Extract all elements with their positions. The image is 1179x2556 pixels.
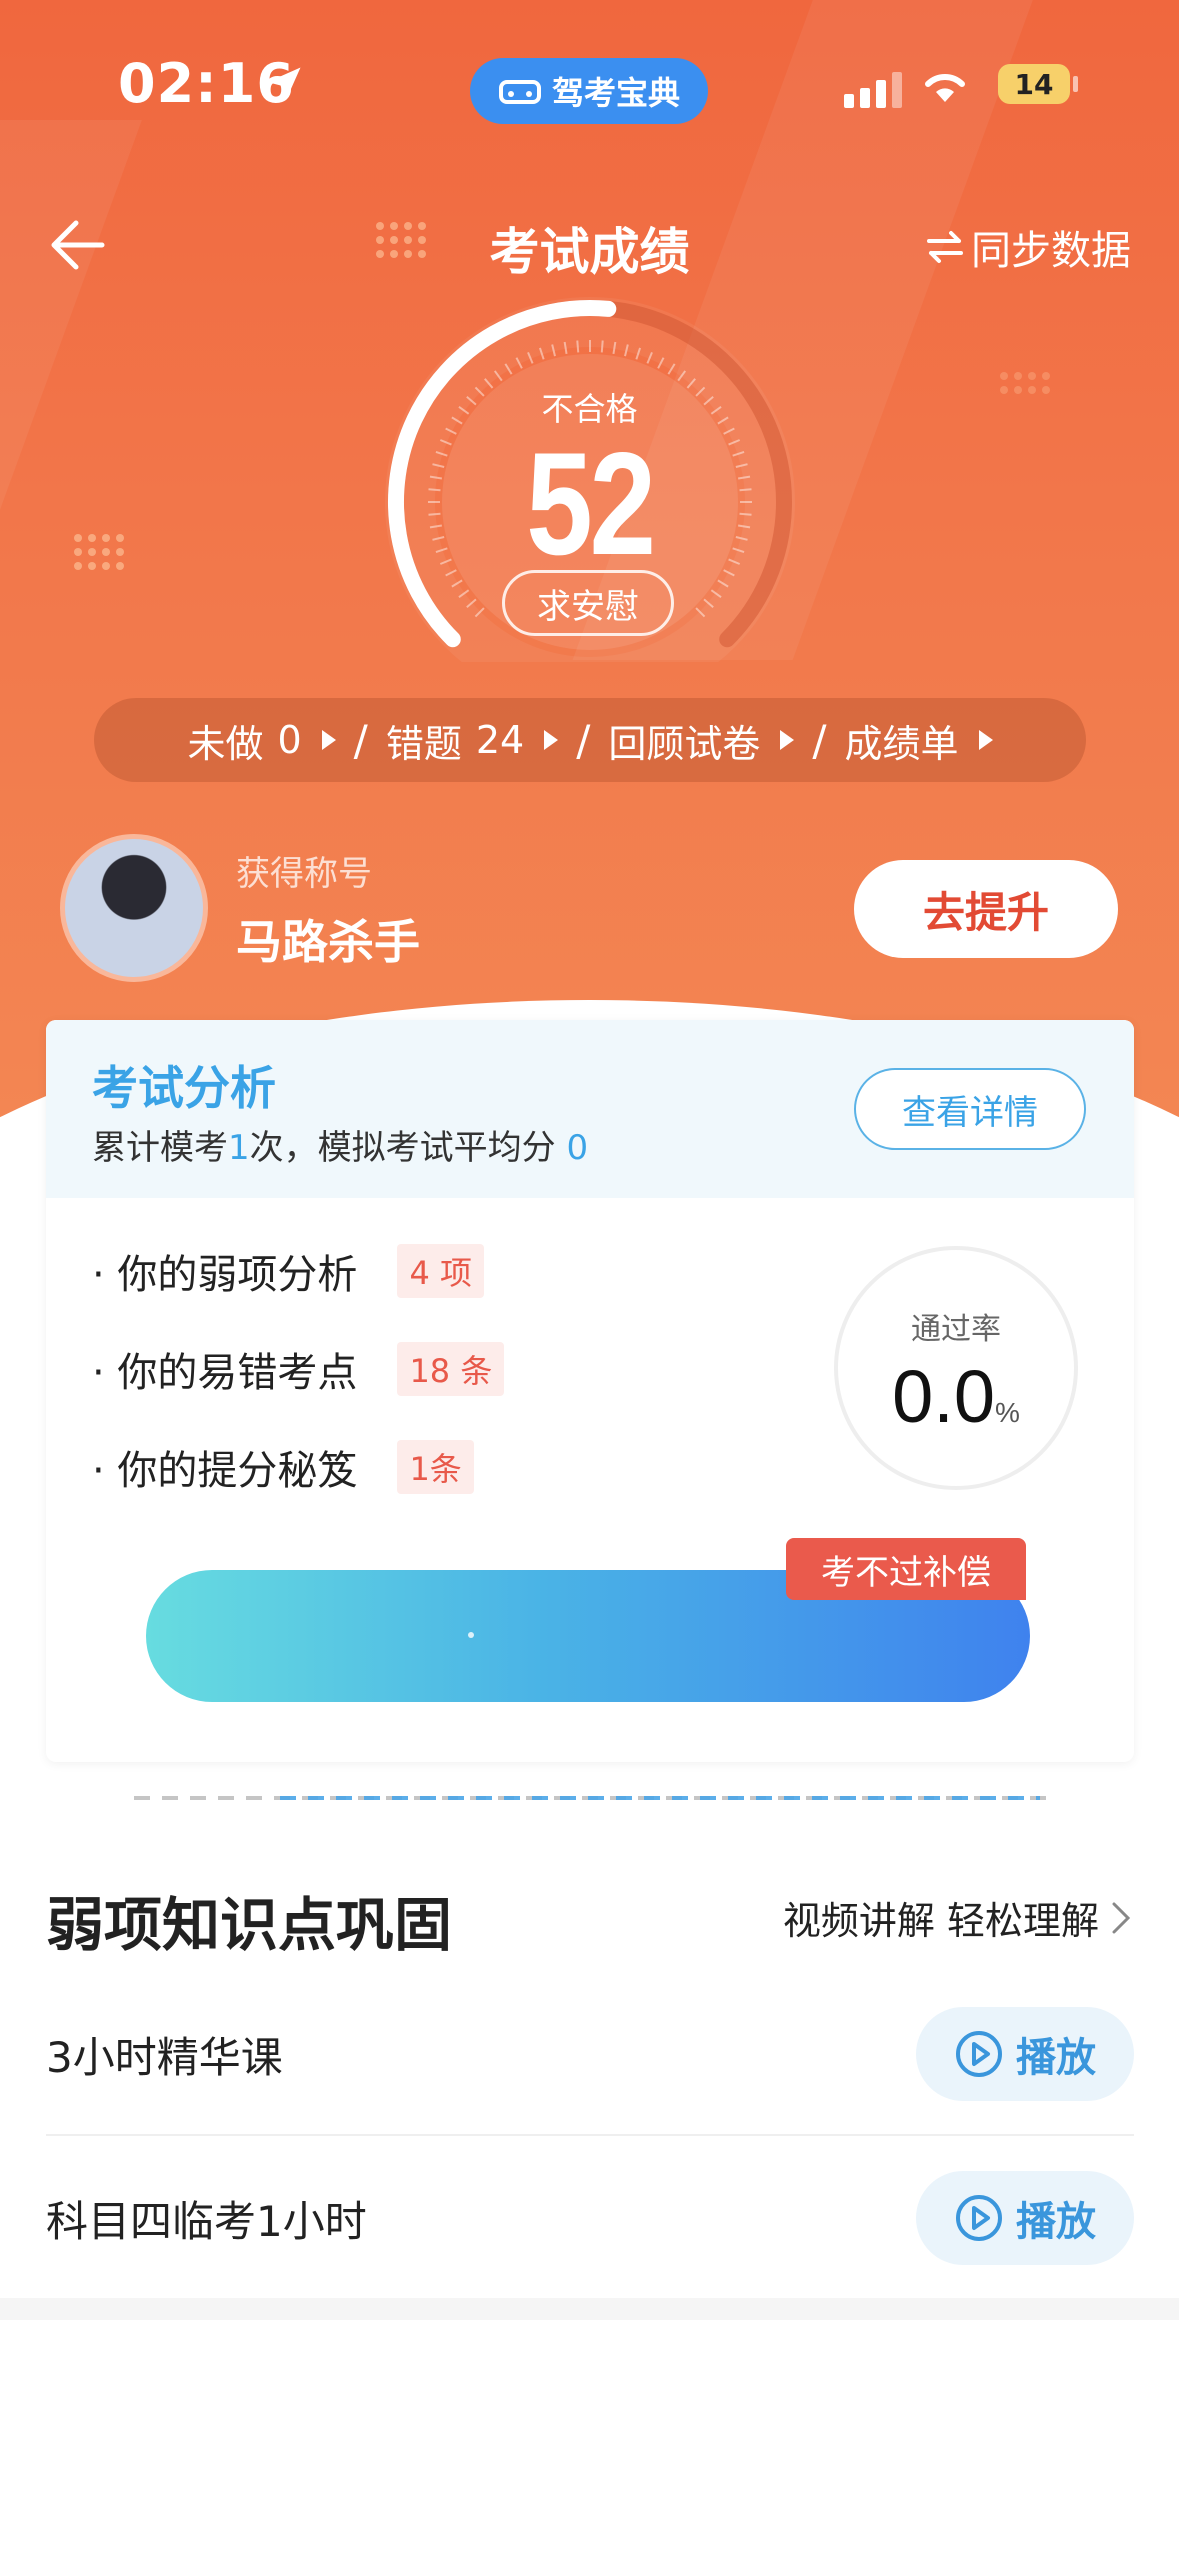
comfort-button[interactable]: 求安慰 — [502, 570, 674, 636]
loading-dot — [468, 1632, 474, 1638]
status-bar: 02:16 驾考宝典 14 — [0, 0, 1179, 180]
earned-title: 马路杀手 — [236, 915, 420, 969]
unanswered-link[interactable]: 未做 0 — [187, 713, 336, 768]
summary-prefix: 累计模考 — [92, 1128, 228, 1168]
battery-tip — [1073, 76, 1078, 92]
sync-label: 同步数据 — [971, 228, 1131, 274]
analysis-title: 考试分析 — [92, 1061, 276, 1115]
improve-button[interactable]: 去提升 — [854, 860, 1118, 958]
course-name: 3小时精华课 — [46, 2032, 283, 2082]
review-paper-label: 回顾试卷 — [608, 721, 761, 766]
summary-middle: 次，模拟考试平均分 — [249, 1128, 556, 1168]
course-name: 科目四临考1小时 — [46, 2196, 367, 2246]
pass-rate-circle: 通过率 0.0% — [834, 1246, 1078, 1490]
error-prone-row[interactable]: · 你的易错考点 18 条 — [92, 1340, 505, 1398]
review-paper-link[interactable]: 回顾试卷 — [608, 713, 795, 768]
gauge-tick — [600, 340, 604, 353]
section-gap — [0, 2298, 1179, 2320]
unanswered-label: 未做 — [187, 721, 264, 766]
pass-rate-label: 通过率 — [911, 1312, 1001, 1347]
cellular-signal-icon — [844, 72, 902, 108]
error-prone-badge: 18 条 — [397, 1342, 505, 1396]
avatar[interactable] — [60, 834, 208, 982]
video-explain-label: 视频讲解 轻松理解 — [782, 1899, 1099, 1943]
report-card-label: 成绩单 — [844, 721, 959, 766]
tips-row[interactable]: · 你的提分秘笈 1条 — [92, 1438, 474, 1496]
play-circle-icon — [956, 2195, 1002, 2241]
weak-items-label: · 你的弱项分析 — [92, 1252, 358, 1298]
average-score: 0 — [566, 1128, 589, 1168]
row-divider — [46, 2134, 1134, 2136]
title-label: 获得称号 — [236, 854, 372, 894]
compensation-badge: 考不过补偿 — [786, 1538, 1026, 1600]
wifi-icon — [925, 73, 965, 102]
analysis-header: 考试分析 累计模考1次，模拟考试平均分 0 查看详情 — [46, 1020, 1134, 1198]
caret-right-icon — [544, 730, 559, 750]
exam-analysis-card: 考试分析 累计模考1次，模拟考试平均分 0 查看详情 · 你的弱项分析 4 项 … — [46, 1020, 1134, 1762]
wrong-questions-label: 错题 — [385, 721, 462, 766]
pass-rate-number: 0.0 — [892, 1355, 995, 1438]
video-explain-link[interactable]: 视频讲解 轻松理解 — [783, 1890, 1133, 1945]
pass-rate-unit: % — [994, 1397, 1020, 1428]
tips-badge: 1条 — [397, 1440, 474, 1494]
score-value: 52 — [526, 422, 656, 585]
play-button[interactable]: 播放 — [916, 2171, 1134, 2265]
analysis-summary: 累计模考1次，模拟考试平均分 0 — [92, 1120, 588, 1169]
car-icon — [498, 80, 541, 104]
wrong-questions-count: 24 — [475, 718, 525, 762]
weak-points-title: 弱项知识点巩固 — [46, 1891, 453, 1959]
exam-count: 1 — [228, 1128, 250, 1168]
dashed-divider-accent — [280, 1796, 1040, 1800]
location-arrow-icon — [267, 67, 301, 101]
caret-right-icon — [780, 730, 795, 750]
play-label: 播放 — [1016, 2035, 1096, 2081]
chevron-right-icon — [1112, 1902, 1131, 1933]
caret-right-icon — [978, 730, 993, 750]
gauge-tick — [576, 340, 580, 353]
app-badge[interactable]: 驾考宝典 — [470, 58, 708, 124]
play-circle-icon — [956, 2031, 1002, 2077]
view-details-button[interactable]: 查看详情 — [854, 1068, 1086, 1150]
app-name: 驾考宝典 — [551, 74, 680, 112]
battery-icon: 14 — [998, 64, 1070, 104]
separator: / — [576, 715, 591, 765]
report-card-link[interactable]: 成绩单 — [845, 713, 993, 768]
pass-rate-value: 0.0% — [838, 1354, 1074, 1439]
weak-items-badge: 4 项 — [397, 1244, 484, 1298]
sync-data-button[interactable]: 同步数据 — [925, 218, 1131, 276]
unanswered-count: 0 — [277, 718, 302, 762]
play-button[interactable]: 播放 — [916, 2007, 1134, 2101]
play-label: 播放 — [1016, 2199, 1096, 2245]
error-prone-label: · 你的易错考点 — [92, 1350, 358, 1396]
separator: / — [812, 715, 827, 765]
tips-label: · 你的提分秘笈 — [92, 1448, 358, 1494]
swap-arrows-icon — [927, 231, 963, 263]
battery-level: 14 — [1014, 67, 1054, 101]
weak-items-row[interactable]: · 你的弱项分析 4 项 — [92, 1242, 484, 1300]
result-links-bar: 未做 0 / 错题 24 / 回顾试卷 / 成绩单 — [94, 698, 1086, 782]
separator: / — [353, 715, 368, 765]
course-row[interactable]: 3小时精华课 播放 — [46, 1974, 1134, 2134]
caret-right-icon — [321, 730, 336, 750]
course-row[interactable]: 科目四临考1小时 播放 — [46, 2138, 1134, 2298]
wrong-questions-link[interactable]: 错题 24 — [385, 713, 559, 768]
